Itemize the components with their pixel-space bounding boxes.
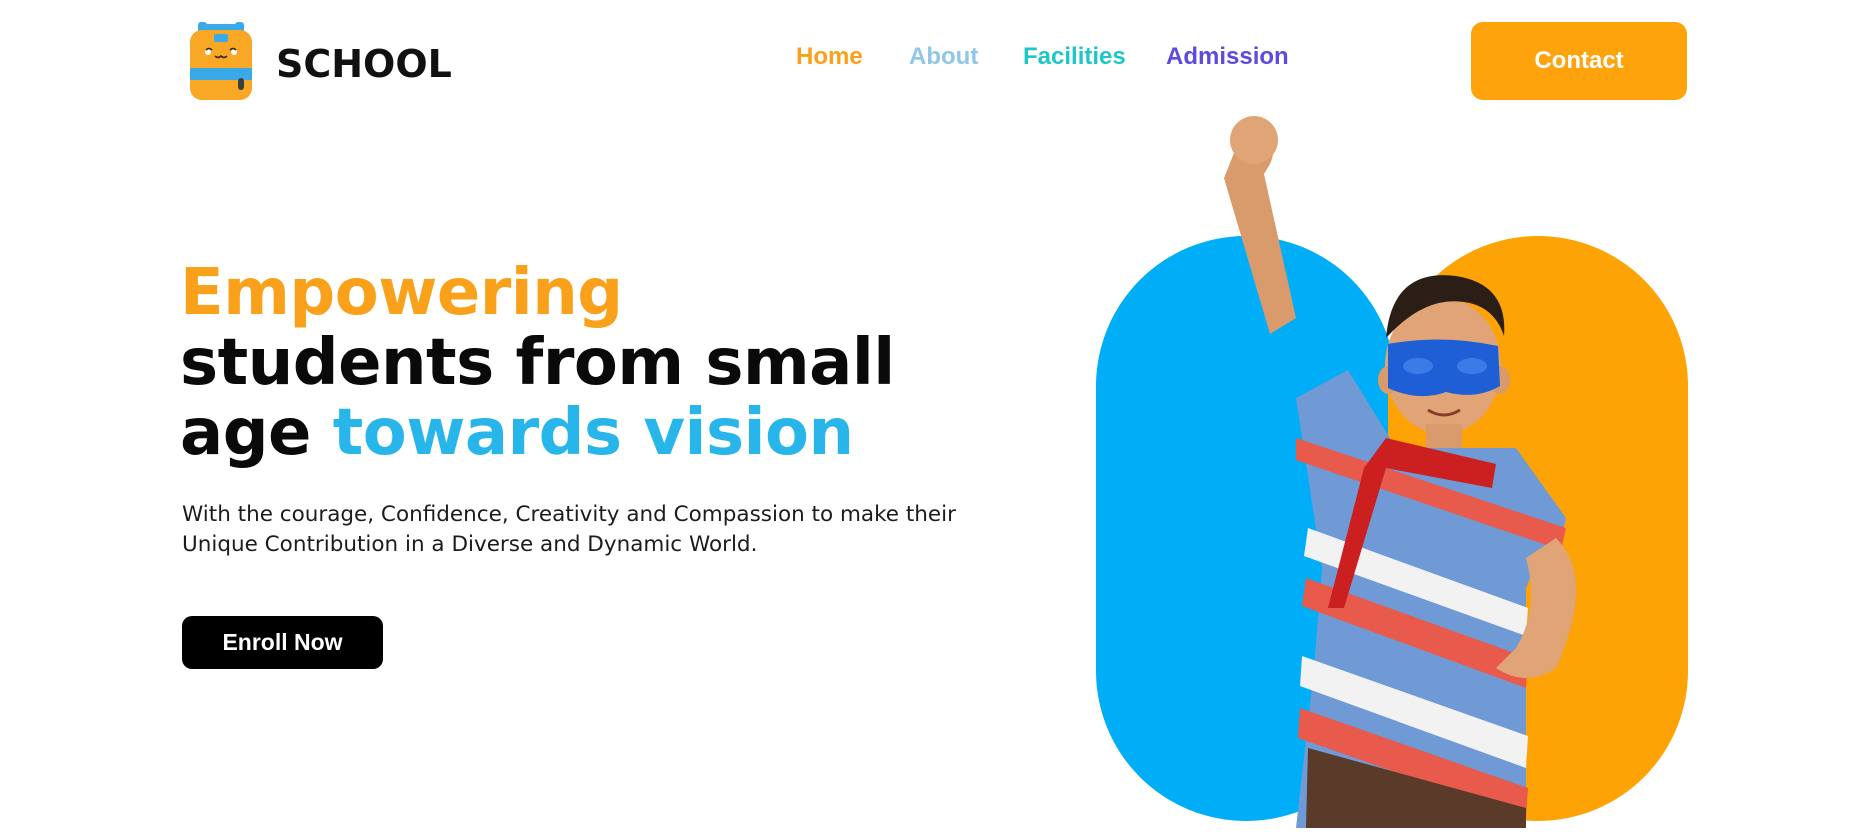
nav-home-link[interactable]: Home [796,40,909,74]
hero-heading-highlight: Empowering [180,256,623,330]
superhero-kid-illustration [1224,116,1576,828]
nav-about-link[interactable]: About [909,40,1023,74]
hero-heading-line-3: age towards vision [180,398,940,468]
hero-heading-line-2: students from small [180,326,895,400]
hero-heading: Empowering students from small age towar… [180,258,940,468]
enroll-now-button[interactable]: Enroll Now [182,616,383,669]
site-logo[interactable]: SCHOOL [186,20,452,102]
hero-heading-line-3-plain: age [180,396,311,470]
hero-heading-line-3-accent: towards vision [332,396,854,470]
contact-button[interactable]: Contact [1471,22,1687,100]
main-nav: Home About Facilities Admission [796,40,1289,74]
hero-subtitle: With the courage, Confidence, Creativity… [182,502,956,557]
nav-facilities-link[interactable]: Facilities [1023,40,1166,74]
logo-text: SCHOOL [276,42,452,86]
backpack-icon [190,22,252,100]
page: SCHOOL Home About Facilities Admission C… [0,0,1861,837]
nav-admission-link[interactable]: Admission [1166,40,1289,74]
hero-image [1096,108,1696,828]
